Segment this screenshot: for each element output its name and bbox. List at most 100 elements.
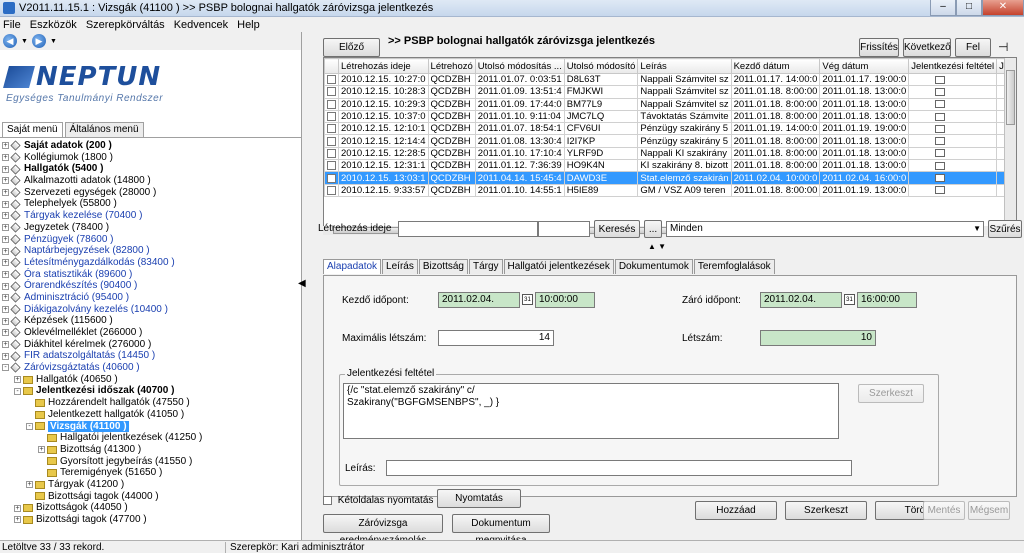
save-button[interactable]: Mentés xyxy=(923,501,965,520)
tab-general-menu[interactable]: Általános menü xyxy=(64,122,144,137)
expand-icon[interactable]: + xyxy=(2,154,9,162)
expand-icon[interactable]: + xyxy=(2,200,9,208)
filter-button[interactable]: Szűrés xyxy=(988,220,1022,238)
tree-item[interactable]: + Létesítménygazdálkodás (83400 ) xyxy=(2,257,301,269)
tab-subject[interactable]: Tárgy xyxy=(468,259,503,274)
up-button[interactable]: Fel xyxy=(955,38,991,57)
document-icon[interactable] xyxy=(935,100,946,109)
expand-icon[interactable]: + xyxy=(2,142,9,150)
tab-room-bookings[interactable]: Teremfoglalások xyxy=(693,259,775,274)
tree-item[interactable]: + Hallgatók (5400 ) xyxy=(2,163,301,175)
add-button[interactable]: Hozzáad xyxy=(695,501,777,520)
expand-icon[interactable]: + xyxy=(2,270,9,278)
document-icon[interactable] xyxy=(935,112,946,121)
expand-icon[interactable]: + xyxy=(2,294,9,302)
twosided-checkbox[interactable] xyxy=(323,495,332,505)
row-checkbox[interactable] xyxy=(327,136,336,146)
end-date-field[interactable]: 2011.02.04. xyxy=(760,292,842,308)
tree-item[interactable]: + Adminisztráció (95400 ) xyxy=(2,292,301,304)
tree-item[interactable]: + Diákhitel kérelmek (276000 ) xyxy=(2,339,301,351)
document-icon[interactable] xyxy=(935,124,946,133)
tree-item[interactable]: Hallgatói jelentkezések (41250 ) xyxy=(2,432,301,444)
tab-own-menu[interactable]: Saját menü xyxy=(2,122,63,137)
open-document-button[interactable]: Dokumentum megnyitása xyxy=(452,514,550,546)
expand-icon[interactable]: + xyxy=(2,329,9,337)
chevron-down-icon[interactable]: ▼ xyxy=(973,222,981,236)
row-checkbox[interactable] xyxy=(327,161,336,171)
expand-icon[interactable]: + xyxy=(14,504,21,512)
expand-icon[interactable]: + xyxy=(14,376,21,384)
column-header[interactable]: Utolsó módosítás ... xyxy=(474,58,565,74)
filter-select[interactable]: Minden ▼ xyxy=(666,221,984,237)
menu-tools[interactable]: Eszközök xyxy=(27,19,83,31)
column-header[interactable]: Létrehozás ideje xyxy=(338,58,429,74)
tree-item[interactable]: + Szervezeti egységek (28000 ) xyxy=(2,187,301,199)
calendar-icon[interactable]: 31 xyxy=(522,294,533,305)
document-icon[interactable] xyxy=(935,137,946,146)
tree-item[interactable]: + Kollégiumok (1800 ) xyxy=(2,152,301,164)
tree-item[interactable]: + Tárgyak (41200 ) xyxy=(2,479,301,491)
cancel-button[interactable]: Mégsem xyxy=(968,501,1010,520)
end-time-field[interactable]: 16:00:00 xyxy=(857,292,917,308)
collapse-icon[interactable]: - xyxy=(14,387,21,395)
tree-item[interactable]: + FIR adatszolgáltatás (14450 ) xyxy=(2,350,301,362)
table-row[interactable]: 2010.12.15. 10:28:3 QCDZBH 2011.01.09. 13:… xyxy=(324,85,1016,99)
table-row[interactable]: 2010.12.15. 9:33:57 QCDZBH 2011.01.10. 14:… xyxy=(324,183,1016,197)
tree-item[interactable]: + Oklevélmelléklet (266000 ) xyxy=(2,327,301,339)
table-row[interactable]: 2010.12.15. 12:31:1 QCDZBH 2011.01.12. 7:3… xyxy=(324,159,1016,173)
tree-item[interactable]: Teremigények (51650 ) xyxy=(2,467,301,479)
description-field[interactable] xyxy=(386,460,852,476)
refresh-button[interactable]: Frissítés xyxy=(859,38,899,57)
filter-input-2[interactable] xyxy=(538,221,590,237)
expand-icon[interactable]: + xyxy=(2,235,9,243)
expand-icon[interactable]: + xyxy=(2,177,9,185)
row-checkbox[interactable] xyxy=(327,148,336,158)
minimize-button[interactable]: – xyxy=(930,0,956,16)
expand-icon[interactable]: + xyxy=(2,352,9,360)
tree-item[interactable]: - Vizsgák (41100 ) xyxy=(2,420,301,433)
calendar-icon[interactable]: 31 xyxy=(844,294,855,305)
tab-basic-data[interactable]: Alapadatok xyxy=(323,259,382,274)
tree-item[interactable]: Hozzárendelt hallgatók (47550 ) xyxy=(2,397,301,409)
collapse-left-icon[interactable]: ◀ xyxy=(298,278,308,298)
row-checkbox[interactable] xyxy=(327,99,336,109)
expand-icon[interactable]: + xyxy=(2,282,9,290)
expand-icon[interactable]: + xyxy=(2,212,9,220)
row-checkbox[interactable] xyxy=(327,87,336,97)
table-row[interactable]: 2010.12.15. 13:03:1 QCDZBH 2011.04.14. 15:… xyxy=(324,171,1016,185)
condition-textarea[interactable]: {/c "stat.elemző szakirány" c/ Szakirany… xyxy=(343,383,839,439)
table-row[interactable]: 2010.12.15. 12:10:1 QCDZBH 2011.01.07. 18:… xyxy=(324,122,1016,136)
tree-item[interactable]: Bizottsági tagok (44000 ) xyxy=(2,491,301,503)
expand-icon[interactable]: + xyxy=(2,247,9,255)
expand-icon[interactable]: + xyxy=(2,165,9,173)
expand-icon[interactable]: + xyxy=(2,259,9,267)
table-row[interactable]: 2010.12.15. 10:37:0 QCDZBH 2011.01.10. 9:1… xyxy=(324,109,1016,124)
column-header[interactable]: Leírás xyxy=(637,58,732,74)
expand-icon[interactable]: + xyxy=(2,341,9,349)
search-button[interactable]: Keresés xyxy=(594,220,640,238)
expand-icon[interactable]: + xyxy=(26,481,33,489)
tree-item[interactable]: + Tárgyak kezelése (70400 ) xyxy=(2,210,301,222)
grid-vertical-scrollbar[interactable] xyxy=(1004,58,1016,231)
tree-item[interactable]: + Jegyzetek (78400 ) xyxy=(2,222,301,234)
start-date-field[interactable]: 2011.02.04. xyxy=(438,292,520,308)
tree-item[interactable]: + Telephelyek (55800 ) xyxy=(2,198,301,210)
tree-item[interactable]: + Bizottsági tagok (47700 ) xyxy=(2,514,301,526)
tree-item[interactable]: + Bizottságok (44050 ) xyxy=(2,502,301,514)
table-row[interactable]: 2010.12.15. 10:29:3 QCDZBH 2011.01.09. 17:… xyxy=(324,97,1016,111)
maximize-button[interactable]: □ xyxy=(956,0,982,16)
tab-documents[interactable]: Dokumentumok xyxy=(614,259,693,274)
tree-item[interactable]: + Diákigazolvány kezelés (10400 ) xyxy=(2,304,301,316)
tree-item[interactable]: + Bizottság (41300 ) xyxy=(2,444,301,456)
expand-icon[interactable]: + xyxy=(14,516,21,524)
tree-item[interactable]: + Órarendkészítés (90400 ) xyxy=(2,280,301,292)
row-checkbox[interactable] xyxy=(327,185,336,195)
tree-item[interactable]: + Alkalmazotti adatok (14800 ) xyxy=(2,175,301,187)
expand-icon[interactable]: + xyxy=(38,446,45,454)
table-row[interactable]: 2010.12.15. 10:27:0 QCDZBH 2011.01.07. 0:0… xyxy=(324,72,1016,87)
tree-item[interactable]: + Óra statisztikák (89600 ) xyxy=(2,269,301,281)
pin-icon[interactable]: ⊣ xyxy=(998,40,1008,54)
start-time-field[interactable]: 10:00:00 xyxy=(535,292,595,308)
tree-item[interactable]: Jelentkezett hallgatók (41050 ) xyxy=(2,409,301,421)
column-header[interactable]: Vég dátum xyxy=(819,58,910,74)
